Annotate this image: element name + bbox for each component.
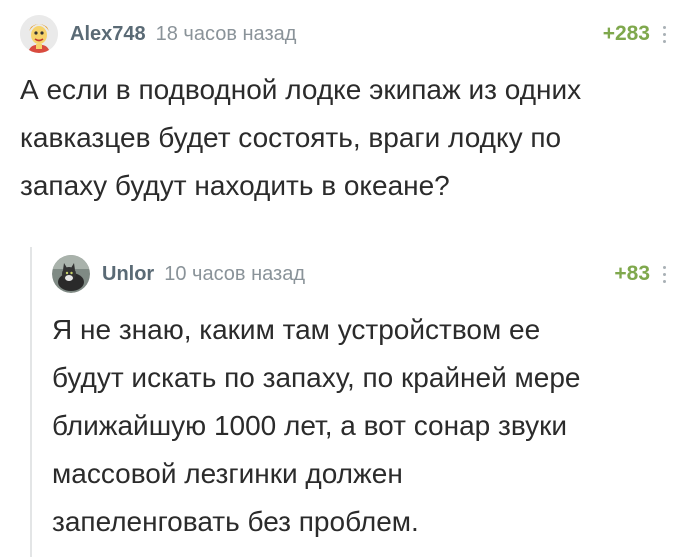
comment-timestamp[interactable]: 10 часов назад bbox=[164, 263, 305, 286]
comment-text: А если в подводной лодке экипаж из одних… bbox=[20, 74, 582, 201]
comment-timestamp[interactable]: 18 часов назад bbox=[156, 23, 297, 46]
comment-rating: +283 bbox=[602, 22, 650, 45]
user-avatar[interactable] bbox=[20, 15, 58, 53]
cat-photo-avatar-icon bbox=[52, 255, 90, 293]
more-options-icon[interactable] bbox=[656, 262, 672, 286]
comment-header: Alex748 18 часов назад +283 bbox=[20, 14, 672, 54]
comment-rating: +83 bbox=[614, 262, 650, 285]
cartoon-character-avatar-icon bbox=[20, 15, 58, 53]
user-avatar[interactable] bbox=[52, 255, 90, 293]
comment-author[interactable]: Alex748 bbox=[70, 23, 146, 46]
more-options-icon[interactable] bbox=[656, 22, 672, 46]
comment: Alex748 18 часов назад +283 А если в под… bbox=[20, 14, 672, 210]
comment-text: Я не знаю, каким там устройством ее буду… bbox=[52, 314, 581, 537]
reply-thread-line bbox=[30, 247, 32, 557]
comment-reply: Unlor 10 часов назад +83 Я не знаю, каки… bbox=[52, 254, 672, 546]
comment-header: Unlor 10 часов назад +83 bbox=[52, 254, 672, 294]
comment-author[interactable]: Unlor bbox=[102, 263, 154, 286]
